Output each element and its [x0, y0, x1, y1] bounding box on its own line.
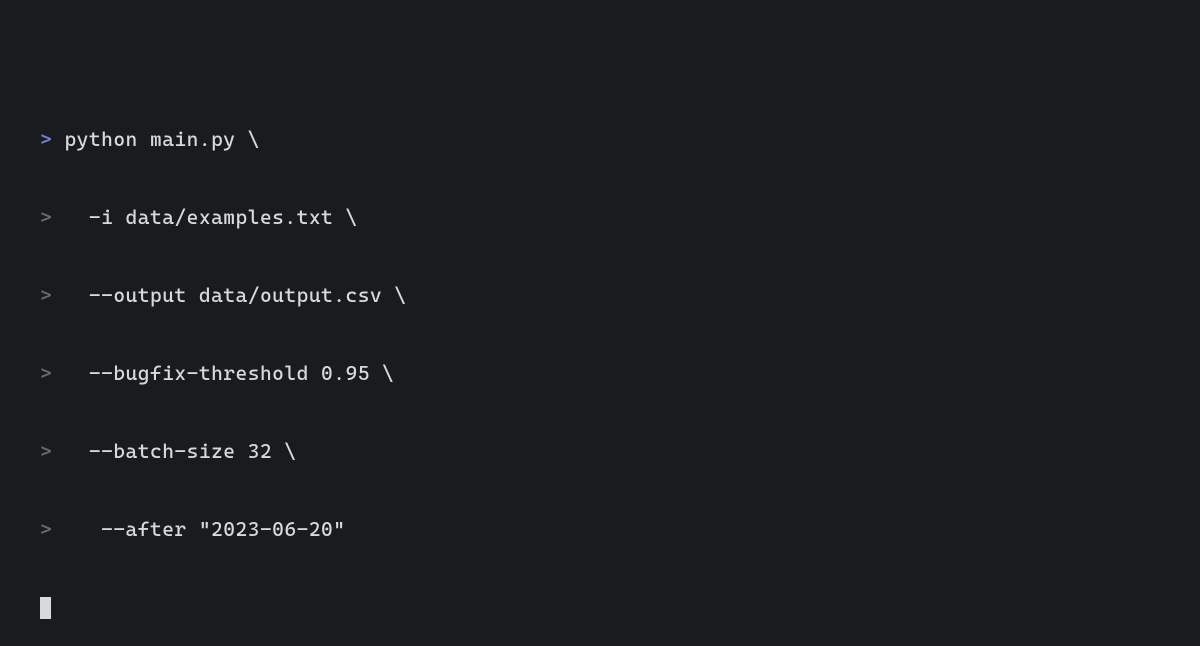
terminal-line: > --output data/output.csv \ [40, 282, 1160, 308]
cursor-line [40, 594, 1160, 620]
prompt-continuation: > [40, 517, 52, 541]
terminal[interactable]: > python main.py \ > -i data/examples.tx… [40, 74, 1160, 646]
prompt-continuation: > [40, 361, 52, 385]
command-text: --after "2023-06-20" [52, 517, 345, 541]
command-text: --batch-size 32 \ [52, 439, 296, 463]
terminal-line: > --after "2023-06-20" [40, 516, 1160, 542]
command-text: -i data/examples.txt \ [52, 205, 357, 229]
terminal-line: > --batch-size 32 \ [40, 438, 1160, 464]
terminal-line: > -i data/examples.txt \ [40, 204, 1160, 230]
prompt-continuation: > [40, 439, 52, 463]
command-text: python main.py \ [52, 127, 260, 151]
command-text: --output data/output.csv \ [52, 283, 406, 307]
terminal-line: > python main.py \ [40, 126, 1160, 152]
prompt-continuation: > [40, 205, 52, 229]
terminal-line: > --bugfix-threshold 0.95 \ [40, 360, 1160, 386]
prompt-continuation: > [40, 283, 52, 307]
prompt-primary: > [40, 127, 52, 151]
command-text: --bugfix-threshold 0.95 \ [52, 361, 394, 385]
cursor-icon [40, 597, 51, 619]
